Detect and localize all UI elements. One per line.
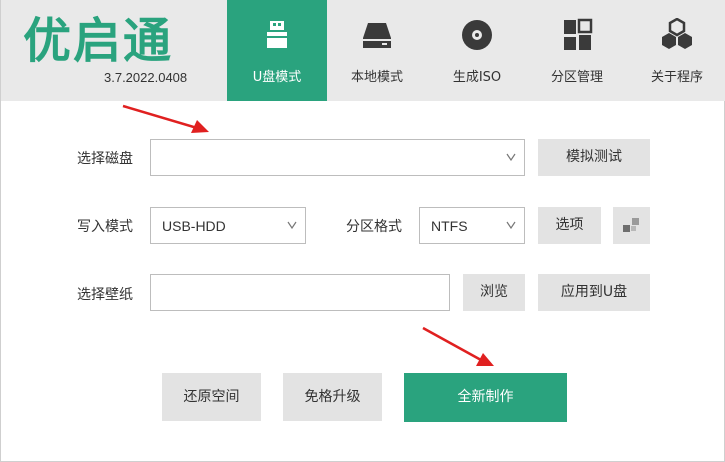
disk-select[interactable] bbox=[150, 139, 525, 176]
disk-label: 选择磁盘 bbox=[77, 151, 133, 167]
logo-text: 优启通 bbox=[23, 13, 174, 69]
write-mode-label: 写入模式 bbox=[77, 219, 133, 235]
chevron-down-icon bbox=[506, 221, 516, 229]
restore-space-button[interactable]: 还原空间 bbox=[162, 373, 261, 421]
annotation-arrow-icon bbox=[422, 326, 494, 366]
partition-grid-icon bbox=[564, 18, 593, 50]
options-button[interactable]: 选项 bbox=[538, 207, 601, 244]
wallpaper-path-input[interactable] bbox=[150, 274, 450, 311]
write-mode-value: USB-HDD bbox=[162, 218, 226, 234]
write-mode-select[interactable]: USB-HDD bbox=[150, 207, 306, 244]
tab-label: 本地模式 bbox=[350, 70, 403, 85]
tab-create-iso[interactable]: 生成ISO bbox=[427, 0, 527, 101]
apply-to-usb-button[interactable]: 应用到U盘 bbox=[538, 274, 650, 311]
create-new-button[interactable]: 全新制作 bbox=[404, 373, 567, 422]
partition-format-select[interactable]: NTFS bbox=[419, 207, 525, 244]
tab-local-mode[interactable]: 本地模式 bbox=[327, 0, 427, 101]
tab-label: U盘模式 bbox=[252, 70, 302, 85]
upgrade-no-format-button[interactable]: 免格升级 bbox=[283, 373, 382, 421]
main-nav: U盘模式 本地模式 生成ISO 分区管理 关于程序 bbox=[227, 0, 725, 101]
more-settings-button[interactable] bbox=[613, 207, 650, 244]
usb-drive-icon bbox=[267, 21, 287, 48]
chevron-down-icon bbox=[287, 221, 297, 229]
tab-usb-mode[interactable]: U盘模式 bbox=[227, 0, 327, 101]
chevron-down-icon bbox=[506, 153, 516, 161]
app-window: 优启通 3.7.2022.0408 U盘模式 本地模式 生成ISO 分区管理 关… bbox=[0, 0, 725, 462]
app-logo: 优启通 bbox=[23, 14, 205, 68]
header-bar: 优启通 3.7.2022.0408 U盘模式 本地模式 生成ISO 分区管理 关… bbox=[1, 0, 725, 101]
tab-partition-manager[interactable]: 分区管理 bbox=[527, 0, 627, 101]
hard-disk-icon bbox=[363, 23, 391, 48]
partition-format-label: 分区格式 bbox=[346, 219, 402, 235]
tab-label: 关于程序 bbox=[650, 70, 703, 85]
wallpaper-label: 选择壁纸 bbox=[77, 287, 133, 303]
browse-button[interactable]: 浏览 bbox=[463, 274, 525, 311]
tab-about[interactable]: 关于程序 bbox=[627, 0, 725, 101]
tab-label: 生成ISO bbox=[452, 70, 502, 85]
disc-icon bbox=[462, 20, 492, 50]
version-label: 3.7.2022.0408 bbox=[104, 70, 188, 85]
partition-format-value: NTFS bbox=[431, 218, 468, 234]
annotation-arrow-icon bbox=[122, 104, 209, 133]
hexagon-cluster-icon bbox=[662, 18, 692, 49]
tab-label: 分区管理 bbox=[550, 70, 603, 85]
settings-squares-icon bbox=[623, 218, 639, 232]
simulate-test-button[interactable]: 模拟测试 bbox=[538, 139, 650, 176]
